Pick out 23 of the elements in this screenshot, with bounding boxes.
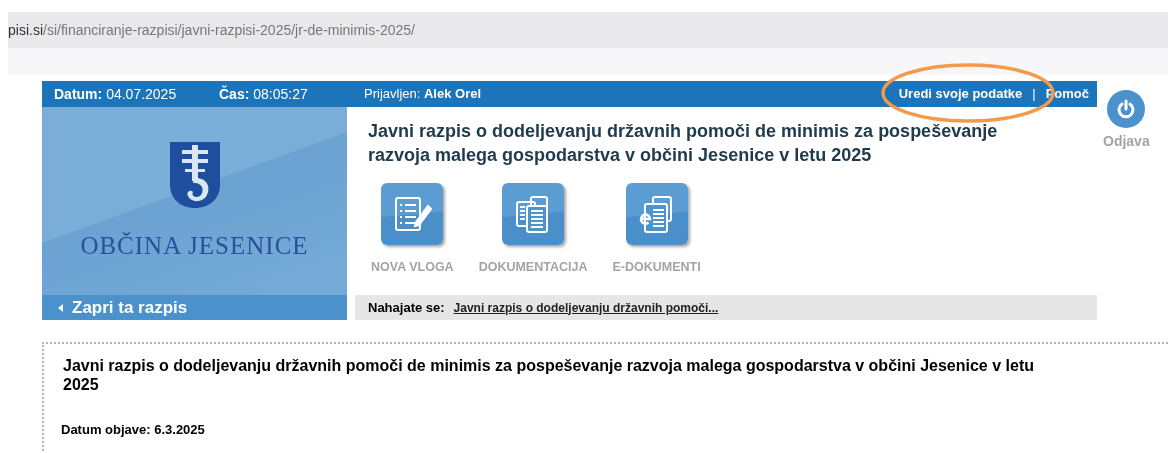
logout-link[interactable]: Odjava	[1103, 131, 1150, 152]
action-button[interactable]: NOVA VLOGA	[371, 183, 454, 277]
url-host: pisi.si	[8, 20, 43, 40]
address-bar[interactable]: pisi.si/si/financiranje-razpisi/javni-razpisi-2025/jr-de-minimis-2025/	[8, 12, 1168, 48]
separator-text: |	[1032, 85, 1036, 104]
caret-icon	[58, 303, 63, 312]
action-button[interactable]: E-DOKUMENTI	[612, 183, 701, 277]
publish-date: Datum objave: 6.3.2025	[61, 421, 206, 439]
action-button[interactable]: DOKUMENTACIJA	[478, 183, 588, 277]
breadcrumb-label: Nahajate se:	[368, 298, 445, 317]
page-title: Javni razpis o dodeljevanju državnih pomoči de minimis za pospeševanje razvoja malega gospodarstva v občini Jesenice v letu 2025	[368, 120, 999, 167]
user-text: Prijavljen: Alek Orel	[364, 85, 482, 104]
close-tender-button[interactable]: Zapri ta razpis	[42, 295, 347, 320]
coat-of-arms-icon	[168, 141, 221, 209]
content-title: Javni razpis o dodeljevanju državnih pomoči de minimis za pospeševanje razvoja malega gospodarstva v občini Jesenice v letu 2025	[63, 356, 1035, 394]
logo-text: OBČINA JESENICE	[80, 231, 309, 261]
form-icon	[392, 194, 433, 234]
power-icon[interactable]	[1107, 90, 1146, 128]
time-text: Čas: 08:05:27	[219, 84, 309, 104]
edit-profile-link[interactable]: Uredi svoje podatke	[898, 84, 1023, 104]
breadcrumb-link[interactable]: Javni razpis o dodeljevanju državnih pomoči...	[453, 298, 719, 317]
url-path: /si/financiranje-razpisi/javni-razpisi-2025/jr-de-minimis-2025/	[43, 20, 415, 40]
date-text: Datum: 04.07.2025	[54, 84, 178, 104]
